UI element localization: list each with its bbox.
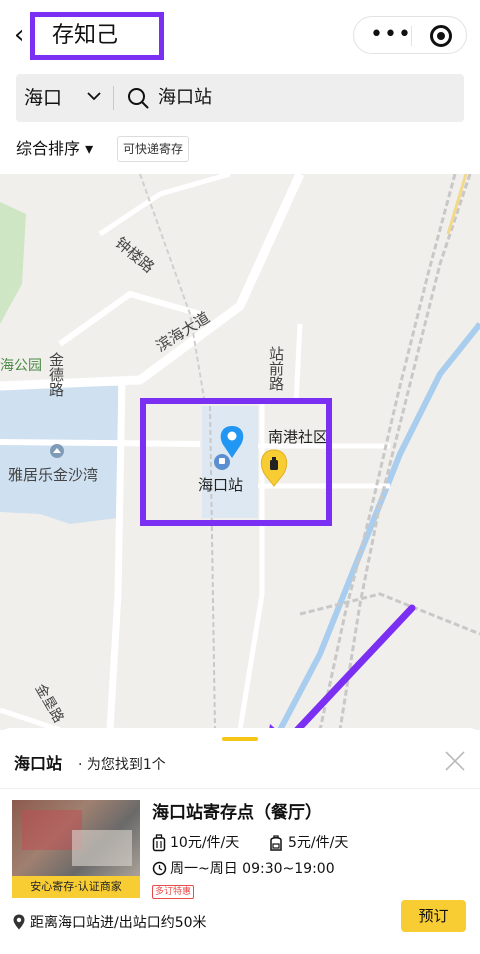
certified-badge: 安心寄存·认证商家: [12, 876, 140, 898]
results-sheet: 海口站 · 为您找到1个 安心寄存·认证商家 海口站寄存点（餐厅） 10元/件/…: [0, 728, 480, 954]
shop-name[interactable]: 海口站寄存点（餐厅）: [152, 801, 322, 825]
shop-marker-icon[interactable]: [260, 449, 288, 487]
park-label: 海公园: [0, 358, 42, 374]
title-highlight-box: [30, 12, 164, 60]
search-bar: 海口 海口站: [16, 74, 464, 122]
home-icon: [50, 444, 64, 458]
search-input[interactable]: 海口站: [158, 85, 212, 111]
promo-tag: 多订特惠: [152, 885, 195, 899]
more-icon[interactable]: •••: [370, 24, 412, 46]
close-icon[interactable]: [444, 750, 466, 772]
road-label-5: 金垦路: [32, 681, 67, 725]
backpack-icon: [270, 835, 282, 851]
search-divider: [113, 86, 114, 110]
shop-thumbnail[interactable]: 安心寄存·认证商家: [12, 800, 140, 898]
road-small-6: [293, 323, 303, 405]
close-miniprogram-icon[interactable]: [430, 25, 452, 47]
search-icon: [128, 88, 149, 109]
sheet-station-name: 海口站: [14, 754, 63, 773]
road-label-4: 站前路: [267, 346, 285, 391]
road-binhai: [0, 174, 305, 391]
price-luggage: 10元/件/天: [170, 835, 240, 851]
road-small-3: [0, 439, 201, 447]
railway-1: [338, 174, 472, 730]
community-label: 南港社区: [268, 428, 328, 446]
express-storage-filter[interactable]: 可快递寄存: [117, 136, 190, 162]
opening-hours: 周一~周日 09:30~19:00: [170, 861, 335, 877]
location-icon: [13, 914, 25, 930]
capsule-divider: [411, 26, 412, 46]
sort-dropdown[interactable]: 综合排序 ▾: [16, 137, 93, 161]
price-bag: 5元/件/天: [288, 835, 349, 851]
clock-icon: [152, 861, 167, 876]
distance-text: 距离海口站进/出站口约50米: [30, 915, 207, 931]
train-station-icon: [214, 454, 230, 470]
header: ‹ 存知己 •••: [0, 0, 480, 70]
book-button[interactable]: 预订: [401, 900, 466, 932]
railway-2: [318, 174, 457, 730]
result-count: · 为您找到1个: [78, 757, 166, 773]
yellow-road: [446, 174, 468, 235]
luggage-icon: [152, 834, 166, 852]
chevron-down-icon[interactable]: [86, 88, 102, 104]
map-view[interactable]: 钟楼路 滨海大道 海公园 金德路 站前路 南港社区 雅居乐金沙湾 海口站 金垦路: [0, 174, 480, 730]
river: [277, 322, 480, 730]
station-label: 海口站: [198, 476, 243, 494]
city-selector[interactable]: 海口: [24, 85, 62, 111]
park-area: [0, 202, 26, 324]
road-label-3: 金德路: [47, 352, 65, 397]
road-small-2: [98, 174, 231, 237]
page: ‹ 存知己 ••• 海口 海口站 综合排序 ▾ 可快递寄存 钟楼路 滨海大道 海…: [0, 0, 480, 954]
residential-label: 雅居乐金沙湾: [8, 466, 98, 484]
thumbnail-blur-2: [72, 830, 132, 866]
map-canvas[interactable]: 钟楼路 滨海大道 海公园 金德路 站前路 南港社区 雅居乐金沙湾 海口站 金垦路: [0, 174, 480, 730]
road-label-1: 钟楼路: [112, 234, 158, 277]
drag-handle[interactable]: [222, 737, 258, 741]
divider: [0, 788, 480, 789]
mini-program-capsule: •••: [353, 16, 467, 54]
